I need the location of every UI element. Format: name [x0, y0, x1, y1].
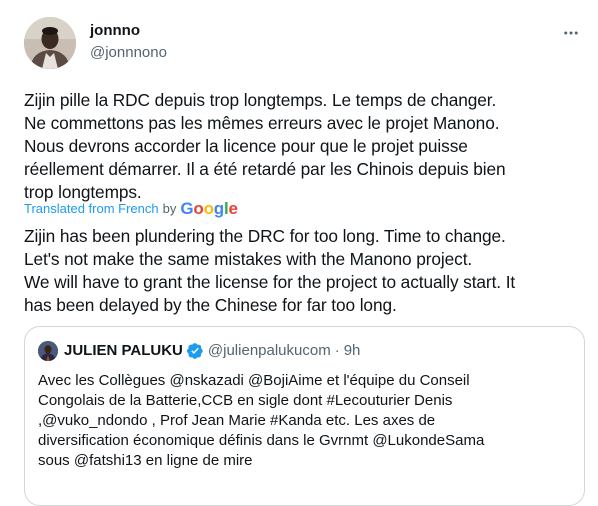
- tweet[interactable]: jonnno @jonnnono Zijin pille la RDC depu…: [0, 0, 598, 506]
- quoted-author-name[interactable]: JULIEN PALUKU: [64, 341, 183, 361]
- quoted-tweet-text: Avec les Collègues @nskazadi @BojiAime e…: [38, 371, 568, 471]
- quoted-tweet-header: JULIEN PALUKU @julienpalukucom · 9h: [38, 341, 360, 361]
- author-name[interactable]: jonnno: [90, 21, 167, 41]
- translated-text-line: Zijin has been plundering the DRC for to…: [24, 226, 506, 246]
- quoted-text-line: sous @fatshi13 en ligne de mire: [38, 452, 253, 469]
- translated-text-line: has been delayed by the Chinese for far …: [24, 295, 397, 315]
- quoted-author-handle[interactable]: @julienpalukucom: [208, 341, 331, 361]
- separator-dot: ·: [334, 342, 340, 359]
- author-info: jonnno @jonnnono: [90, 21, 167, 63]
- quoted-text-line: Avec les Collègues @nskazadi @BojiAime e…: [38, 372, 470, 389]
- translated-from-link[interactable]: Translated from French: [24, 199, 159, 219]
- quoted-text-line: diversification économique définis dans …: [38, 432, 485, 449]
- tweet-text-line: Nous devrons accorder la licence pour qu…: [24, 136, 468, 156]
- author-handle[interactable]: @jonnnono: [90, 43, 167, 63]
- quoted-tweet-time[interactable]: 9h: [344, 341, 361, 361]
- quoted-text-line: ,@vuko_ndondo , Prof Jean Marie #Kanda e…: [38, 412, 436, 429]
- translation-notice: Translated from French by Google: [24, 199, 238, 219]
- translated-by-text: by: [162, 201, 177, 216]
- quoted-text-line: Congolais de la Batterie,CCB en sigle do…: [38, 392, 453, 409]
- tweet-text-line: réellement démarrer. Il a été retardé pa…: [24, 159, 506, 179]
- tweet-text: Zijin pille la RDC depuis trop longtemps…: [24, 89, 584, 204]
- google-logo: Google: [180, 199, 238, 218]
- author-avatar[interactable]: [24, 17, 76, 69]
- quoted-author-avatar[interactable]: [38, 341, 58, 361]
- translated-text-line: We will have to grant the license for th…: [24, 272, 516, 292]
- verified-badge-icon: [186, 342, 204, 360]
- tweet-text-line: Ne commettons pas les mêmes erreurs avec…: [24, 113, 500, 133]
- translated-text: Zijin has been plundering the DRC for to…: [24, 225, 584, 317]
- translated-text-line: Let's not make the same mistakes with th…: [24, 249, 473, 269]
- quoted-tweet[interactable]: JULIEN PALUKU @julienpalukucom · 9h Avec…: [24, 326, 585, 506]
- tweet-text-line: Zijin pille la RDC depuis trop longtemps…: [24, 90, 497, 110]
- more-horizontal-icon[interactable]: [560, 22, 582, 44]
